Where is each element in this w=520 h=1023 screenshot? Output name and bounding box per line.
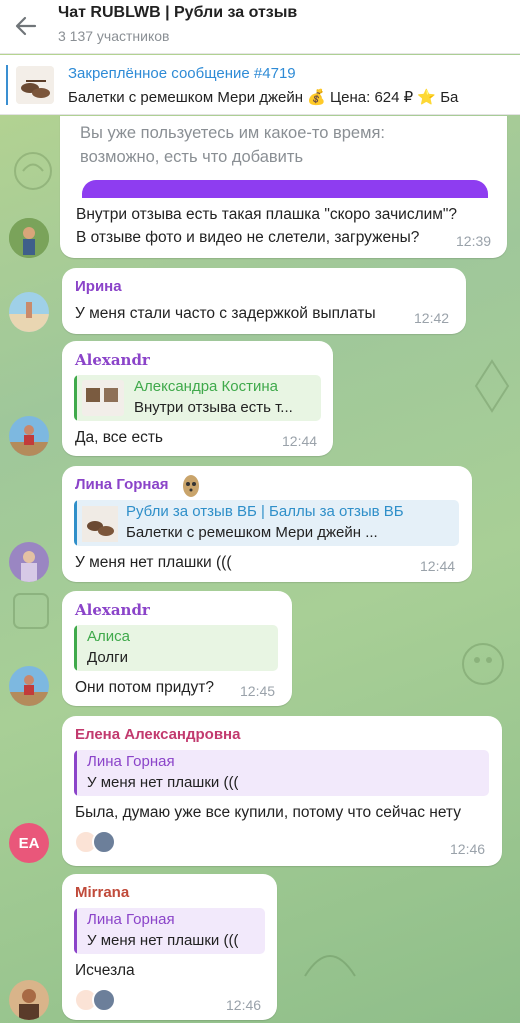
- reply-indicator: [74, 750, 77, 796]
- message-text: Внутри отзыва есть такая плашка "скоро з…: [76, 206, 458, 223]
- review-button[interactable]: [82, 180, 488, 198]
- message-text: В отзыве фото и видео не слетели, загруж…: [76, 229, 420, 246]
- avatar[interactable]: [9, 980, 49, 1020]
- reply-name: Рубли за отзыв ВБ | Баллы за отзыв ВБ: [126, 503, 404, 520]
- sender-name[interactable]: Alexandr: [75, 601, 150, 619]
- message-bubble[interactable]: Mirrana Лина Горная У меня нет плашки ((…: [62, 874, 277, 1020]
- pinned-title: Закреплённое сообщение #4719: [68, 65, 296, 82]
- reply-preview[interactable]: Рубли за отзыв ВБ | Баллы за отзыв ВБ Ба…: [74, 500, 459, 546]
- arrow-left-icon: [15, 16, 37, 36]
- pinned-indicator: [6, 65, 8, 105]
- message-text: Они потом придут?: [75, 679, 214, 696]
- avatar[interactable]: [9, 666, 49, 706]
- quoted-card-text: возможно, есть что добавить: [80, 148, 304, 166]
- pinned-text: Балетки с ремешком Мери джейн 💰 Цена: 62…: [68, 89, 459, 106]
- member-count: 3 137 участников: [58, 28, 170, 44]
- mask-emoji-icon: [183, 475, 199, 497]
- pinned-message-bar[interactable]: Закреплённое сообщение #4719 Балетки с р…: [0, 55, 520, 115]
- reply-preview[interactable]: Алиса Долги: [74, 625, 278, 671]
- reply-thumbnail: [82, 506, 118, 542]
- chat-header: Чат RUBLWB | Рубли за отзыв 3 137 участн…: [0, 0, 520, 54]
- reaction-avatar: [92, 988, 116, 1012]
- reply-text: У меня нет плашки (((: [87, 932, 239, 949]
- reply-indicator: [74, 375, 77, 421]
- message-text: Да, все есть: [75, 429, 164, 446]
- quoted-card-text: Вы уже пользуетесь им какое-то время:: [80, 124, 385, 142]
- message-time: 12:46: [450, 841, 486, 857]
- reply-preview[interactable]: Лина Горная У меня нет плашки (((: [74, 750, 489, 796]
- background-doodle-icon: [474, 359, 510, 413]
- chat-title[interactable]: Чат RUBLWB | Рубли за отзыв: [58, 4, 297, 22]
- message-time: 12:44: [282, 433, 318, 449]
- message-list[interactable]: Вы уже пользуетесь им какое-то время: во…: [0, 116, 520, 1023]
- message-bubble[interactable]: Ирина У меня стали часто с задержкой вып…: [62, 268, 466, 334]
- avatar[interactable]: ЕА: [9, 823, 49, 863]
- message-text: У меня стали часто с задержкой выплаты: [75, 305, 376, 322]
- reply-name: Лина Горная: [87, 911, 175, 928]
- message-bubble[interactable]: Лина Горная Рубли за отзыв ВБ | Баллы за…: [62, 466, 472, 582]
- message-text: У меня нет плашки (((: [75, 554, 232, 571]
- background-doodle-icon: [462, 643, 504, 685]
- reaction-avatar: [92, 830, 116, 854]
- background-doodle-icon: [304, 955, 356, 977]
- avatar[interactable]: [9, 218, 49, 258]
- sender-name[interactable]: Ирина: [75, 278, 122, 295]
- message-text: Была, думаю уже все купили, потому что с…: [75, 804, 461, 821]
- reactions[interactable]: [74, 830, 116, 854]
- reply-indicator: [74, 500, 77, 546]
- reply-name: Алиса: [87, 628, 130, 645]
- reply-indicator: [74, 625, 77, 671]
- reactions[interactable]: [74, 988, 116, 1012]
- message-time: 12:45: [240, 683, 276, 699]
- sender-name[interactable]: Mirrana: [75, 884, 129, 901]
- reply-text: Долги: [87, 649, 128, 666]
- message-time: 12:44: [420, 558, 456, 574]
- message-time: 12:42: [414, 310, 450, 326]
- sender-name[interactable]: Елена Александровна: [75, 726, 240, 743]
- avatar[interactable]: [9, 542, 49, 582]
- reply-name: Александра Костина: [134, 378, 279, 395]
- back-button[interactable]: [10, 10, 42, 42]
- avatar[interactable]: [9, 416, 49, 456]
- reply-text: У меня нет плашки (((: [87, 774, 239, 791]
- message-bubble[interactable]: Alexandr Александра Костина Внутри отзыв…: [62, 341, 333, 456]
- message-text: Исчезла: [75, 962, 135, 979]
- reply-preview[interactable]: Лина Горная У меня нет плашки (((: [74, 908, 265, 954]
- reply-indicator: [74, 908, 77, 954]
- avatar[interactable]: [9, 292, 49, 332]
- pinned-thumbnail: [16, 66, 54, 104]
- message-bubble[interactable]: Елена Александровна Лина Горная У меня н…: [62, 716, 502, 866]
- sender-name[interactable]: Лина Горная: [75, 476, 169, 493]
- message-time: 12:46: [226, 997, 262, 1013]
- reply-preview[interactable]: Александра Костина Внутри отзыва есть т.…: [74, 375, 321, 421]
- reply-text: Балетки с ремешком Мери джейн ...: [126, 524, 378, 541]
- background-doodle-icon: [13, 593, 49, 629]
- message-bubble[interactable]: Вы уже пользуетесь им какое-то время: во…: [60, 116, 507, 258]
- sender-name[interactable]: Alexandr: [75, 351, 150, 369]
- message-bubble[interactable]: Alexandr Алиса Долги Они потом придут? 1…: [62, 591, 292, 706]
- reply-name: Лина Горная: [87, 753, 175, 770]
- background-doodle-icon: [14, 152, 52, 190]
- reply-thumbnail: [82, 380, 124, 416]
- reply-text: Внутри отзыва есть т...: [134, 399, 293, 416]
- message-time: 12:39: [456, 233, 492, 249]
